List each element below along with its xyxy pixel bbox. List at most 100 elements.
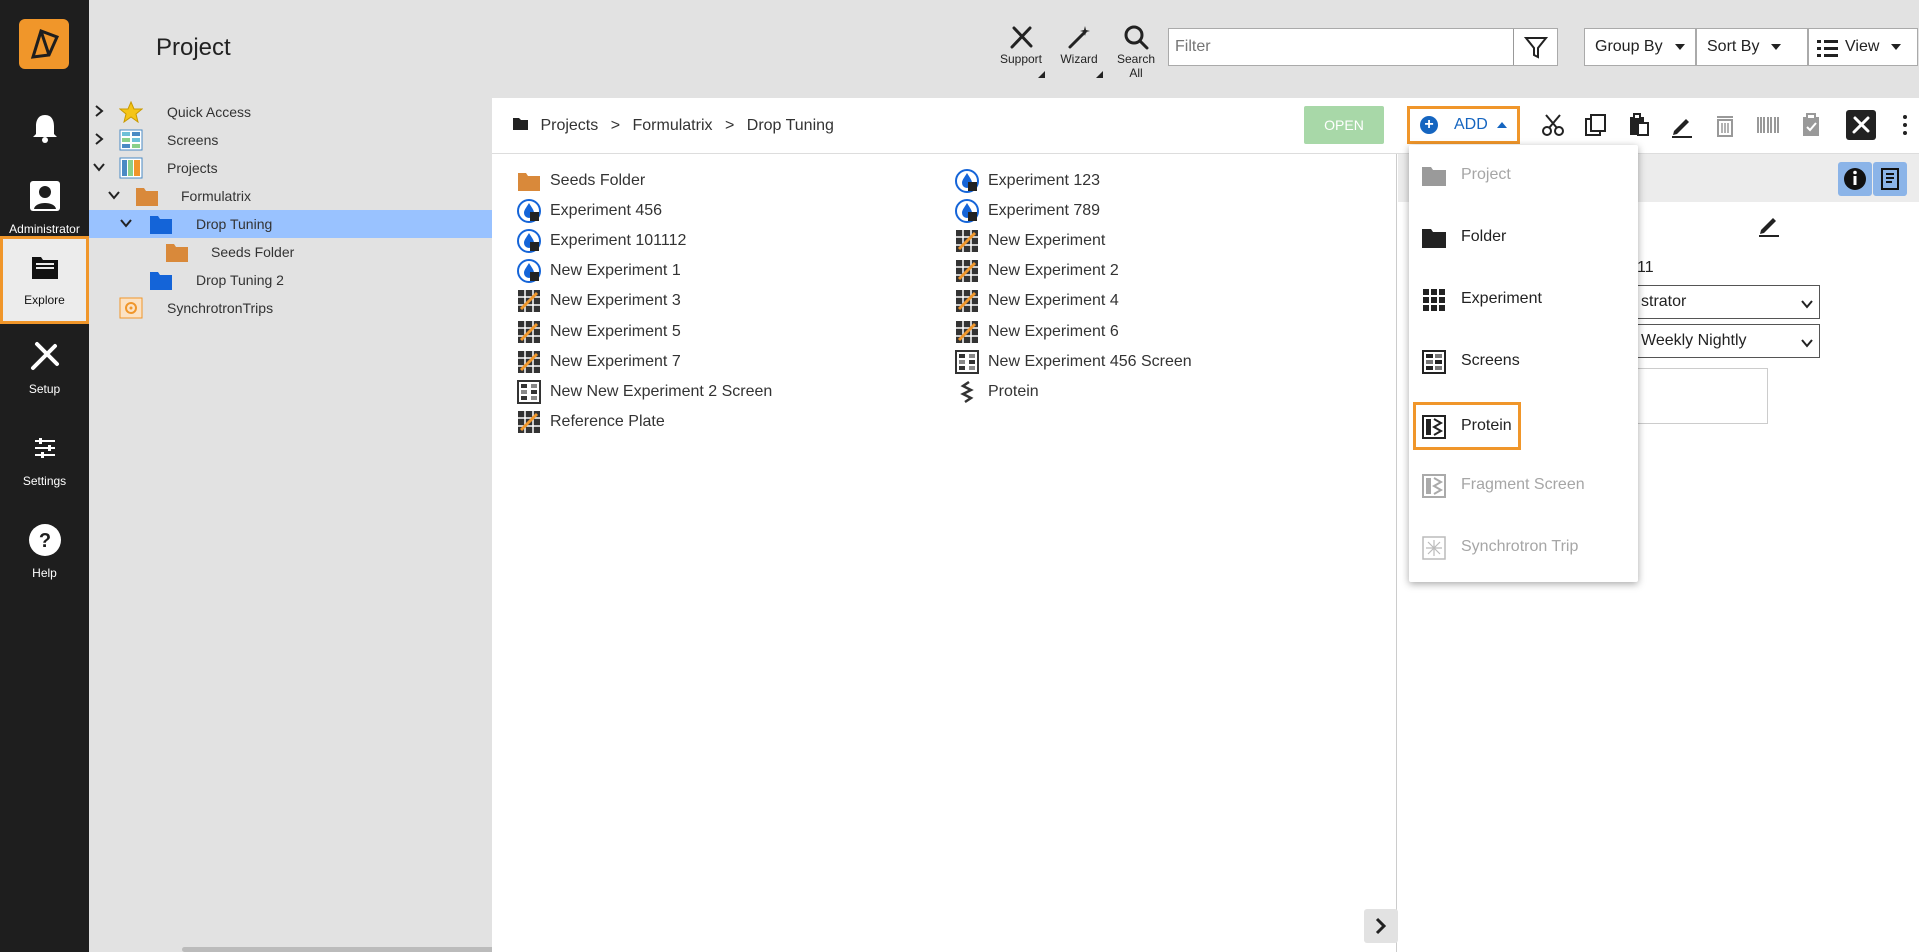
folder-icon [150, 216, 172, 234]
rail-help[interactable]: ? Help [0, 512, 89, 600]
menu-label: Project [1461, 166, 1511, 183]
list-item-label: New Experiment 5 [550, 322, 681, 340]
list-item-label: New Experiment 2 [988, 262, 1119, 280]
list-item-label: Reference Plate [550, 412, 665, 430]
tree-item-quick-access[interactable]: Quick Access [89, 98, 492, 126]
grid-icon [1423, 289, 1445, 311]
synchrotron-icon [119, 297, 143, 319]
more-vertical-icon[interactable] [1892, 112, 1918, 138]
breadcrumb-separator: > [610, 117, 621, 134]
owner-select[interactable]: strator [1634, 285, 1820, 319]
tree-scrollbar[interactable] [182, 947, 537, 952]
info-icon [1844, 168, 1866, 190]
add-button[interactable]: + ADD [1407, 106, 1520, 144]
rail-label-explore: Explore [24, 293, 65, 307]
add-menu-project[interactable]: Project [1409, 151, 1638, 199]
experiment-drop-icon [955, 169, 979, 193]
wizard-button[interactable]: Wizard [1053, 24, 1105, 78]
sort-by-dropdown[interactable]: Sort By [1696, 28, 1808, 66]
chevron-right-icon[interactable] [92, 132, 106, 146]
add-menu-protein[interactable]: Protein [1413, 402, 1521, 450]
chevron-down-icon [1674, 43, 1685, 50]
rail-notifications[interactable] [0, 100, 89, 170]
tree-item-drop-tuning[interactable]: Drop Tuning [89, 210, 492, 238]
rail-explore[interactable]: Explore [0, 236, 89, 324]
add-menu-screens[interactable]: Screens [1409, 337, 1638, 385]
tree-item-synchrotron-trips[interactable]: SynchrotronTrips [89, 294, 492, 322]
search-all-button[interactable]: Search All [1110, 24, 1162, 80]
tree-item-projects[interactable]: Projects [89, 154, 492, 182]
group-by-label: Group By [1595, 38, 1663, 55]
group-by-dropdown[interactable]: Group By [1584, 28, 1696, 66]
list-item-label: Experiment 789 [988, 202, 1101, 220]
tree-label: Drop Tuning 2 [196, 272, 284, 288]
experiment-plate-icon [517, 289, 541, 313]
rail-setup[interactable]: Setup [0, 328, 89, 416]
tools-icon[interactable] [1846, 110, 1876, 140]
expand-panel-button[interactable] [1364, 909, 1398, 943]
tree-label: Drop Tuning [196, 216, 273, 232]
chevron-right-icon[interactable] [92, 104, 106, 118]
experiment-plate-icon [517, 410, 541, 434]
folder-icon [150, 272, 172, 290]
view-dropdown[interactable]: View [1808, 28, 1918, 66]
filter-box [1168, 28, 1558, 66]
notes-textarea[interactable] [1634, 368, 1768, 424]
app-logo[interactable] [19, 19, 69, 69]
info-button[interactable] [1838, 162, 1872, 196]
owner-select-value: strator [1641, 293, 1687, 310]
experiment-plate-icon [955, 229, 979, 253]
chevron-down-icon[interactable] [92, 160, 106, 174]
delete-icon[interactable] [1712, 112, 1738, 138]
add-menu-fragment-screen[interactable]: Fragment Screen [1409, 461, 1638, 509]
support-button[interactable]: Support [995, 24, 1047, 78]
tree-item-screens[interactable]: Screens [89, 126, 492, 154]
breadcrumb-item-projects[interactable]: Projects [540, 117, 598, 134]
list-item-label: Protein [988, 382, 1039, 400]
edit-icon[interactable] [1669, 112, 1695, 138]
experiment-drop-icon [517, 199, 541, 224]
add-menu-synchrotron-trip[interactable]: Synchrotron Trip [1409, 523, 1638, 571]
list-item-label: New Experiment 6 [988, 322, 1119, 340]
filter-button[interactable] [1513, 29, 1557, 65]
rail-settings[interactable]: Settings [0, 420, 89, 508]
tree-item-formulatrix[interactable]: Formulatrix [89, 182, 492, 210]
chevron-down-icon[interactable] [119, 216, 133, 230]
list-item-label: Seeds Folder [550, 172, 646, 189]
support-label: Support [999, 52, 1043, 66]
experiment-drop-icon [955, 199, 979, 224]
filter-input[interactable] [1169, 29, 1509, 65]
breadcrumb-item-formulatrix[interactable]: Formulatrix [633, 117, 713, 134]
breadcrumb-separator: > [724, 117, 735, 134]
fragment-screen-icon [1422, 474, 1446, 498]
list-item-label: Experiment 456 [550, 202, 663, 220]
open-button[interactable]: OPEN [1304, 106, 1384, 144]
paste-icon[interactable] [1626, 112, 1652, 138]
barcode-icon[interactable] [1755, 112, 1781, 138]
breadcrumb-item-drop-tuning[interactable]: Drop Tuning [747, 117, 834, 134]
tree-label: Seeds Folder [211, 244, 295, 260]
add-menu-experiment[interactable]: Experiment [1409, 275, 1638, 323]
copy-icon[interactable] [1583, 112, 1609, 138]
edit-icon[interactable] [1757, 212, 1781, 238]
experiment-plate-icon [955, 259, 979, 283]
schedule-select[interactable]: Weekly Nightly [1634, 324, 1820, 358]
chevron-down-icon[interactable] [107, 188, 121, 202]
menu-label: Synchrotron Trip [1461, 538, 1579, 555]
folder-icon [136, 188, 158, 206]
tree-item-drop-tuning-2[interactable]: Drop Tuning 2 [89, 266, 492, 294]
add-label: ADD [1454, 116, 1488, 133]
menu-label: Folder [1461, 228, 1507, 245]
add-menu-folder[interactable]: Folder [1409, 213, 1638, 261]
experiment-drop-icon [517, 229, 541, 254]
rail-label-help: Help [32, 566, 57, 580]
list-item-label: New Experiment [988, 232, 1106, 250]
screens-icon [1422, 350, 1446, 374]
list-view-icon [1817, 40, 1838, 57]
history-icon [1881, 168, 1899, 190]
clipboard-check-icon[interactable] [1798, 112, 1824, 138]
cut-icon[interactable] [1540, 112, 1566, 138]
tree-item-seeds-folder[interactable]: Seeds Folder [89, 238, 492, 266]
folder-open-icon [513, 118, 528, 130]
history-button[interactable] [1873, 162, 1907, 196]
